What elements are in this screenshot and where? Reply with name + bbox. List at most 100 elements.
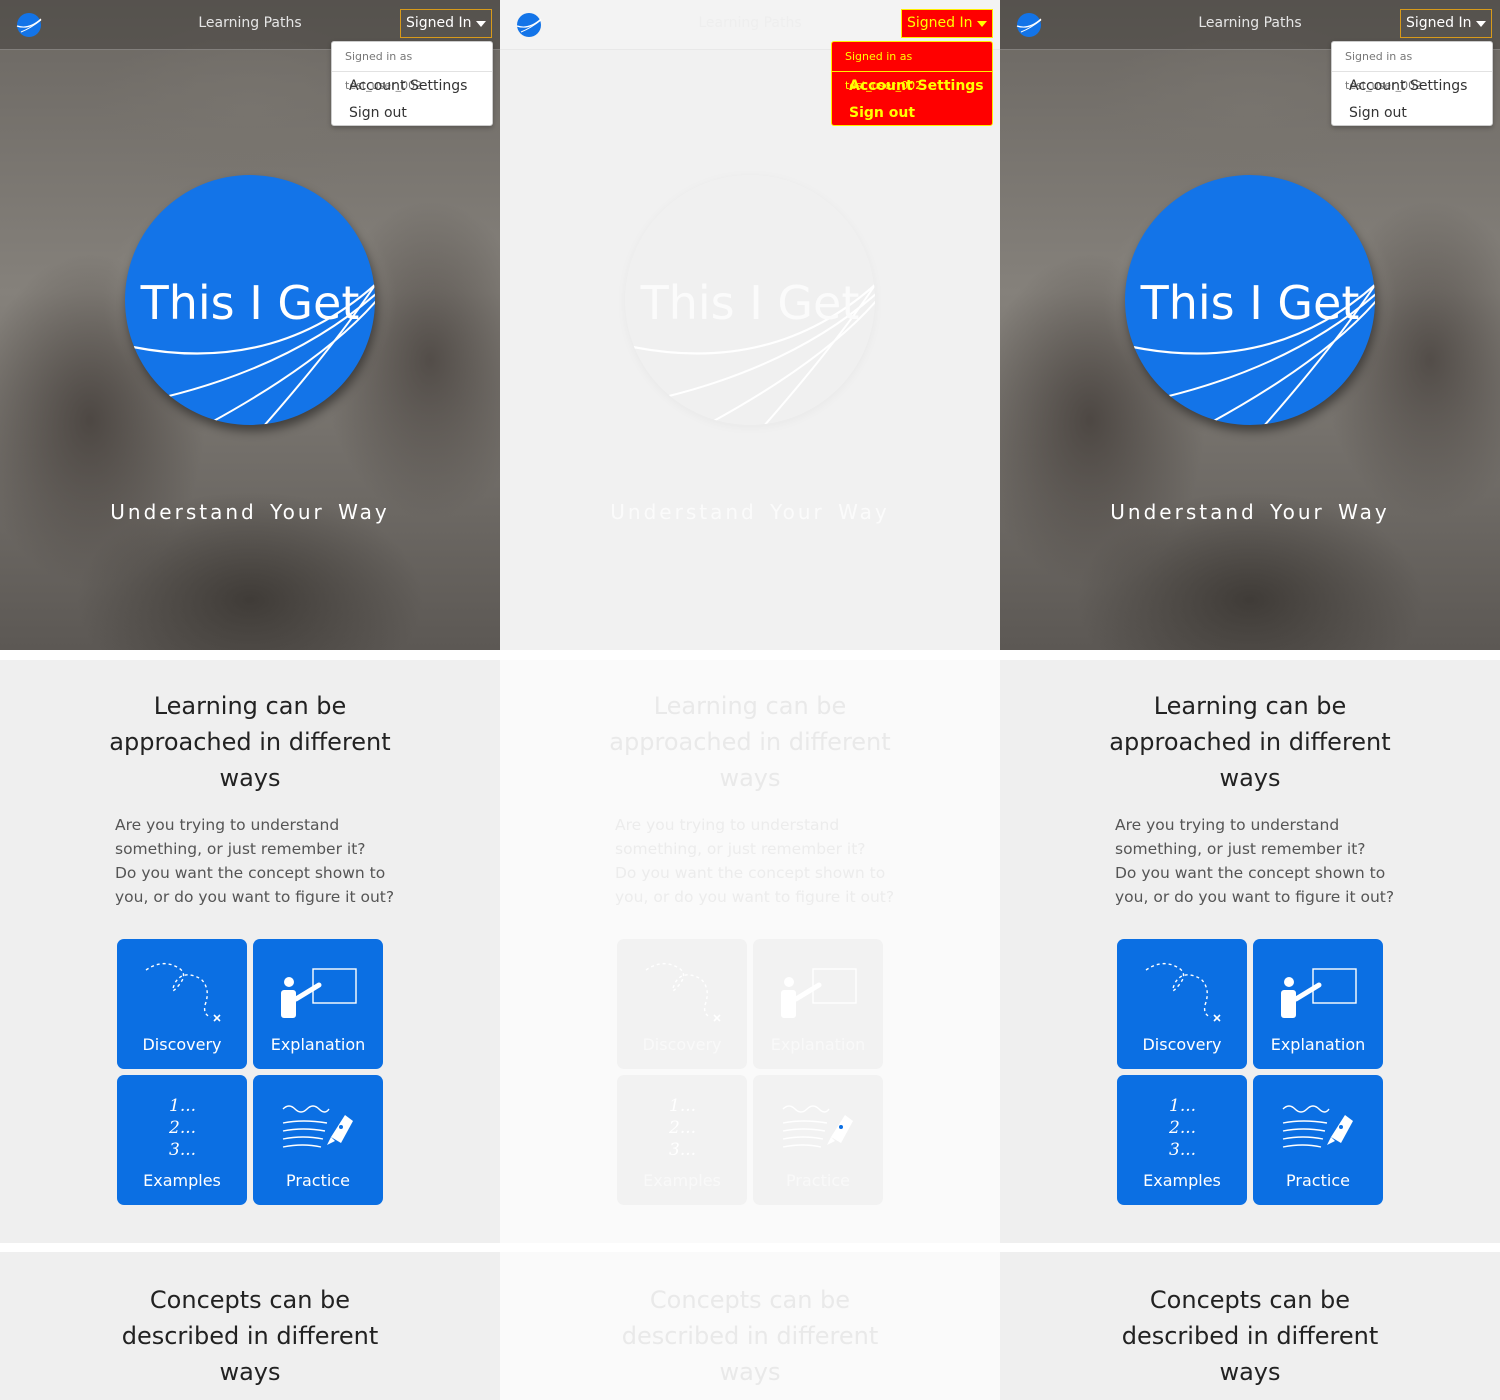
tile-explanation[interactable]: Explanation <box>1253 939 1383 1069</box>
menu-item-account-settings[interactable]: Account Settings <box>832 73 992 100</box>
signed-in-dropdown-button[interactable]: Signed In <box>400 9 492 38</box>
signin-label: Signed In <box>907 15 973 31</box>
brand-title: This I Get <box>1140 276 1360 330</box>
heading-line: Concepts can be <box>1149 1286 1351 1314</box>
heading-line: ways <box>1219 764 1281 792</box>
signin-label: Signed In <box>1406 15 1472 31</box>
description-line: something, or just remember it? <box>615 840 866 858</box>
screenshot-panel-original: Learning Paths Signed In Signed in as te… <box>0 0 500 1400</box>
dotted-path-icon <box>645 962 721 1022</box>
nav-link-label[interactable]: Learning Paths <box>198 15 301 31</box>
screenshot-panel-current: Learning Paths Signed In Signed in as te… <box>1000 0 1500 1400</box>
tile-label: Discovery <box>642 1035 722 1054</box>
numbered-list-icon: 1... 2... 3... <box>169 1095 196 1161</box>
tile-label: Examples <box>643 1171 721 1190</box>
heading-line: Learning can be <box>653 692 847 720</box>
signed-in-dropdown-button[interactable]: Signed In <box>901 9 993 38</box>
list-number: 1... <box>669 1096 697 1116</box>
tile-discovery[interactable]: Discovery <box>1117 939 1247 1069</box>
brand-title: This I Get <box>640 276 860 330</box>
tile-discovery[interactable]: Discovery <box>117 939 247 1069</box>
brand-logo-circle: This I Get <box>125 175 375 425</box>
heading-line: Learning can be <box>1153 692 1347 720</box>
list-number: 2... <box>1169 1118 1197 1138</box>
menu-item-account-settings[interactable]: Account Settings <box>332 73 492 100</box>
brand-logo-circle: This I Get <box>1125 175 1375 425</box>
description-line: something, or just remember it? <box>115 840 366 858</box>
tile-label: Practice <box>786 1171 850 1190</box>
signed-in-as-text: Signed in as test_user_002 <box>332 42 492 92</box>
description-line: you, or do you want to figure it out? <box>115 888 395 906</box>
tile-examples[interactable]: 1... 2... 3... Examples <box>617 1075 747 1205</box>
menu-item-sign-out[interactable]: Sign out <box>1332 100 1492 127</box>
list-number: 1... <box>169 1096 197 1116</box>
description-line: you, or do you want to figure it out? <box>615 888 895 906</box>
tile-explanation[interactable]: Explanation <box>253 939 383 1069</box>
list-number: 3... <box>169 1140 197 1160</box>
menu-item-sign-out[interactable]: Sign out <box>832 100 992 127</box>
nav-link-label[interactable]: Learning Paths <box>1198 15 1301 31</box>
description-line: Are you trying to understand <box>1115 816 1340 834</box>
heading-line: Concepts can be <box>149 1286 351 1314</box>
dotted-path-icon <box>1145 962 1221 1022</box>
nav-link-label[interactable]: Learning Paths <box>698 15 801 31</box>
approaches-heading: Learning can be approached in different … <box>500 688 1000 796</box>
tile-label: Explanation <box>1270 1035 1366 1054</box>
list-number: 3... <box>669 1140 697 1160</box>
presenter-board-icon <box>1281 968 1357 1018</box>
tile-label: Discovery <box>1142 1035 1222 1054</box>
list-number: 1... <box>1169 1096 1197 1116</box>
heading-line: described in different <box>121 1322 379 1350</box>
description-line: Are you trying to understand <box>115 816 340 834</box>
pen-writing-icon <box>282 1105 353 1148</box>
approaches-section: Learning can be approached in different … <box>0 660 500 1243</box>
description-line: Do you want the concept shown to <box>115 864 386 882</box>
tile-label: Practice <box>1286 1171 1350 1190</box>
hero-tagline: Understand Your Way <box>610 500 890 524</box>
hero-tagline: Understand Your Way <box>110 500 390 524</box>
description-line: Do you want the concept shown to <box>1115 864 1386 882</box>
tile-label: Examples <box>143 1171 221 1190</box>
top-navbar: Learning Paths Signed In Signed in as te… <box>500 0 1000 126</box>
hero-section: Learning Paths Signed In Signed in as te… <box>0 0 500 650</box>
dotted-path-icon <box>145 962 221 1022</box>
account-dropdown-menu: Signed in as test_user_002 Account Setti… <box>331 41 493 126</box>
tile-examples[interactable]: 1... 2... 3... Examples <box>1117 1075 1247 1205</box>
concepts-heading: Concepts can be described in different w… <box>0 1282 500 1390</box>
presenter-board-icon <box>781 968 857 1018</box>
hero-tagline: Understand Your Way <box>1110 500 1390 524</box>
signed-in-as-text: Signed in as test_user_002 <box>1332 42 1492 92</box>
signed-in-dropdown-button[interactable]: Signed In <box>1400 9 1492 38</box>
approaches-heading: Learning can be approached in different … <box>1000 688 1500 796</box>
tile-label: Discovery <box>142 1035 222 1054</box>
description-line: Do you want the concept shown to <box>615 864 886 882</box>
tile-practice[interactable]: Practice <box>1253 1075 1383 1205</box>
account-dropdown-menu: Signed in as test_user_002 Account Setti… <box>1331 41 1493 126</box>
caret-down-icon <box>1476 21 1486 27</box>
tile-practice[interactable]: Practice <box>253 1075 383 1205</box>
tile-explanation[interactable]: Explanation <box>753 939 883 1069</box>
heading-line: ways <box>1219 1358 1281 1386</box>
tile-label: Explanation <box>270 1035 366 1054</box>
approaches-heading: Learning can be approached in different … <box>0 688 500 796</box>
heading-line: described in different <box>621 1322 879 1350</box>
tile-discovery[interactable]: Discovery <box>617 939 747 1069</box>
concepts-heading: Concepts can be described in different w… <box>1000 1282 1500 1390</box>
heading-line: Concepts can be <box>649 1286 851 1314</box>
heading-line: approached in different <box>609 728 891 756</box>
hero-section: Learning Paths Signed In Signed in as te… <box>500 0 1000 650</box>
concepts-section: Concepts can be described in different w… <box>1000 1252 1500 1400</box>
approaches-description: Are you trying to understand something, … <box>115 813 395 909</box>
concepts-section: Concepts can be described in different w… <box>0 1252 500 1400</box>
presenter-board-icon <box>281 968 357 1018</box>
approaches-description: Are you trying to understand something, … <box>615 813 895 909</box>
tile-label: Examples <box>1143 1171 1221 1190</box>
list-number: 2... <box>169 1118 197 1138</box>
menu-item-account-settings[interactable]: Account Settings <box>1332 73 1492 100</box>
caret-down-icon <box>977 21 987 27</box>
tile-examples[interactable]: 1... 2... 3... Examples <box>117 1075 247 1205</box>
approaches-section: Learning can be approached in different … <box>500 660 1000 1243</box>
tile-practice[interactable]: Practice <box>753 1075 883 1205</box>
hero-section: Learning Paths Signed In Signed in as te… <box>1000 0 1500 650</box>
menu-item-sign-out[interactable]: Sign out <box>332 100 492 127</box>
